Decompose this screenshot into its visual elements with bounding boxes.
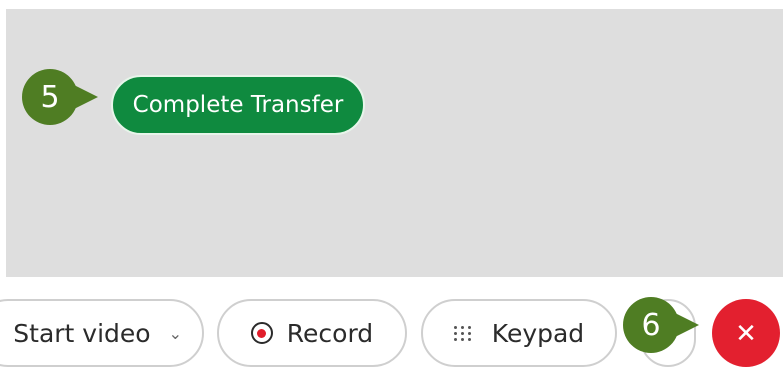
step-callout-5-number: 5 [40,79,60,115]
complete-transfer-label: Complete Transfer [132,92,344,118]
call-content-panel [6,9,783,277]
end-call-button[interactable]: ✕ [712,299,780,367]
keypad-button[interactable]: Keypad [421,299,617,367]
step-callout-6: 6 [623,297,699,353]
start-video-label: Start video [13,318,151,348]
top-strip [0,0,783,9]
step-callout-5: 5 [22,69,98,125]
record-label: Record [286,318,374,348]
step-callout-6-number: 6 [641,307,661,343]
chevron-down-icon[interactable]: ⌄ [169,324,182,343]
keypad-icon [453,322,472,344]
close-icon: ✕ [735,317,757,348]
start-video-button[interactable]: Start video ⌄ [0,299,204,367]
complete-transfer-button[interactable]: Complete Transfer [111,75,365,135]
record-button[interactable]: Record [217,299,407,367]
record-icon [250,322,273,344]
keypad-label: Keypad [491,318,585,348]
